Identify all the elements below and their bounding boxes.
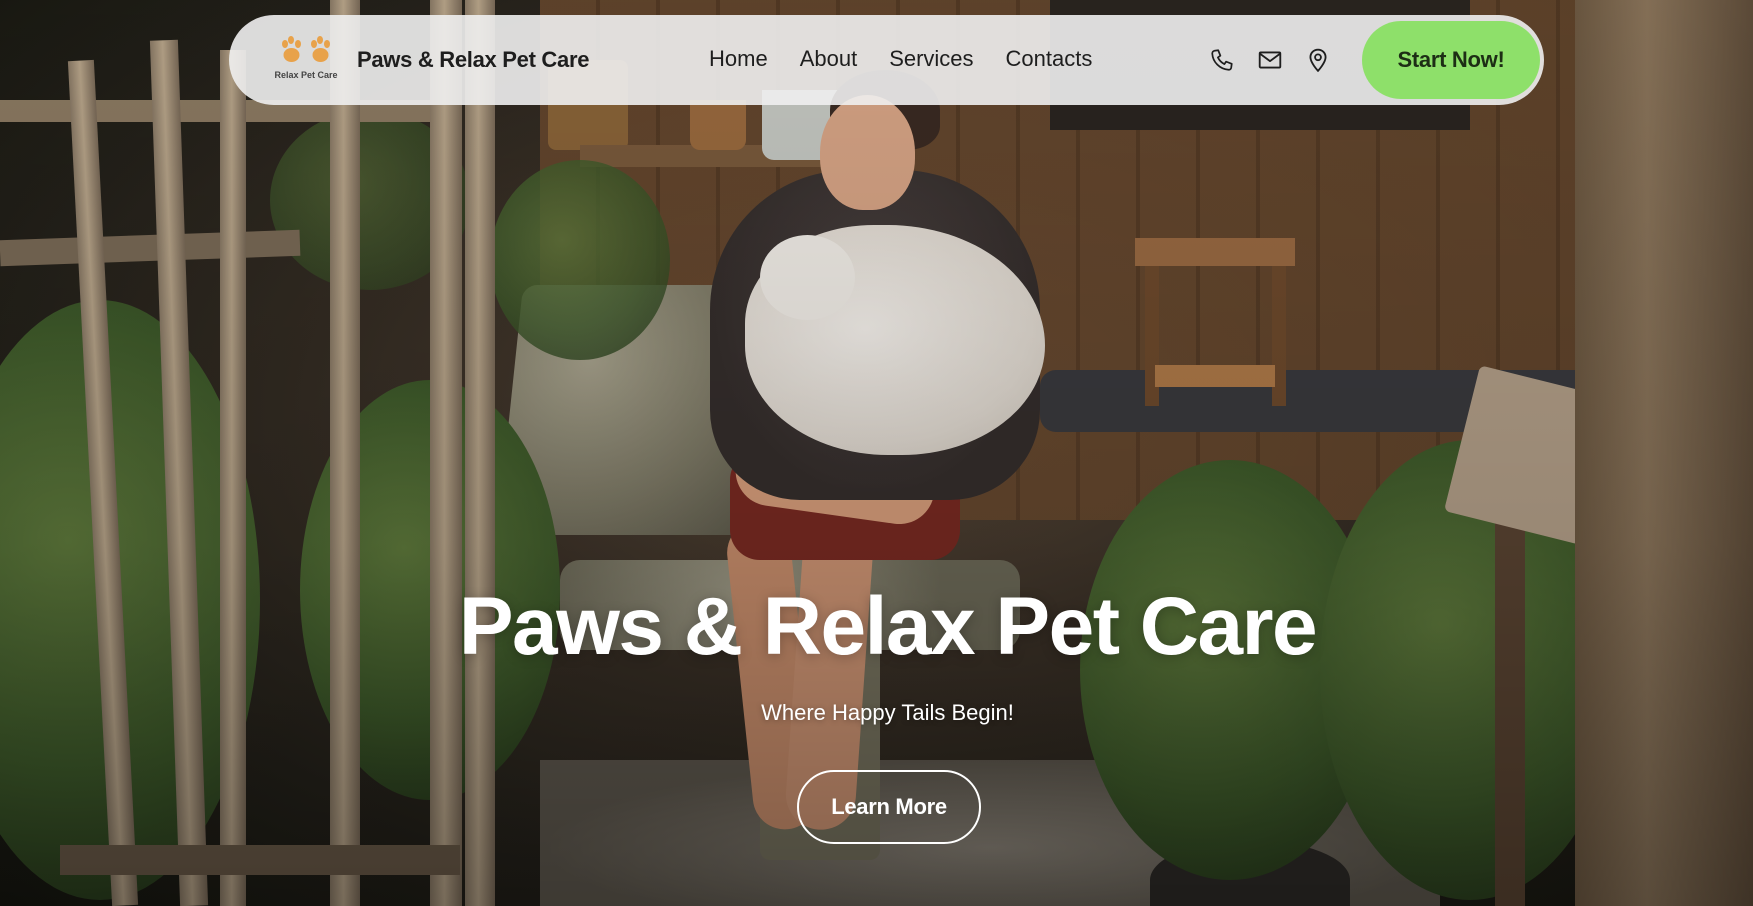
hero-section: Relax Pet Care Paws & Relax Pet Care Hom… xyxy=(0,0,1753,906)
navbar: Relax Pet Care Paws & Relax Pet Care Hom… xyxy=(229,15,1544,105)
hero-title: Paws & Relax Pet Care xyxy=(458,581,1318,672)
mail-icon[interactable] xyxy=(1257,47,1283,73)
location-pin-icon[interactable] xyxy=(1305,47,1331,73)
hero-subtitle: Where Happy Tails Begin! xyxy=(761,700,1014,725)
learn-more-button[interactable]: Learn More xyxy=(797,770,981,844)
phone-icon[interactable] xyxy=(1209,47,1235,73)
nav-link-services[interactable]: Services xyxy=(889,46,973,72)
nav-link-contacts[interactable]: Contacts xyxy=(1006,46,1093,72)
nav-link-about[interactable]: About xyxy=(800,46,858,72)
nav-link-home[interactable]: Home xyxy=(709,46,768,72)
nav-links: Home About Services Contacts xyxy=(709,46,1092,72)
paw-logo-icon xyxy=(282,36,330,62)
logo-text: Relax Pet Care xyxy=(274,70,338,80)
contact-icons xyxy=(1209,47,1331,73)
logo[interactable]: Relax Pet Care xyxy=(273,35,339,89)
brand-name[interactable]: Paws & Relax Pet Care xyxy=(357,47,589,73)
start-now-button[interactable]: Start Now! xyxy=(1362,21,1540,99)
